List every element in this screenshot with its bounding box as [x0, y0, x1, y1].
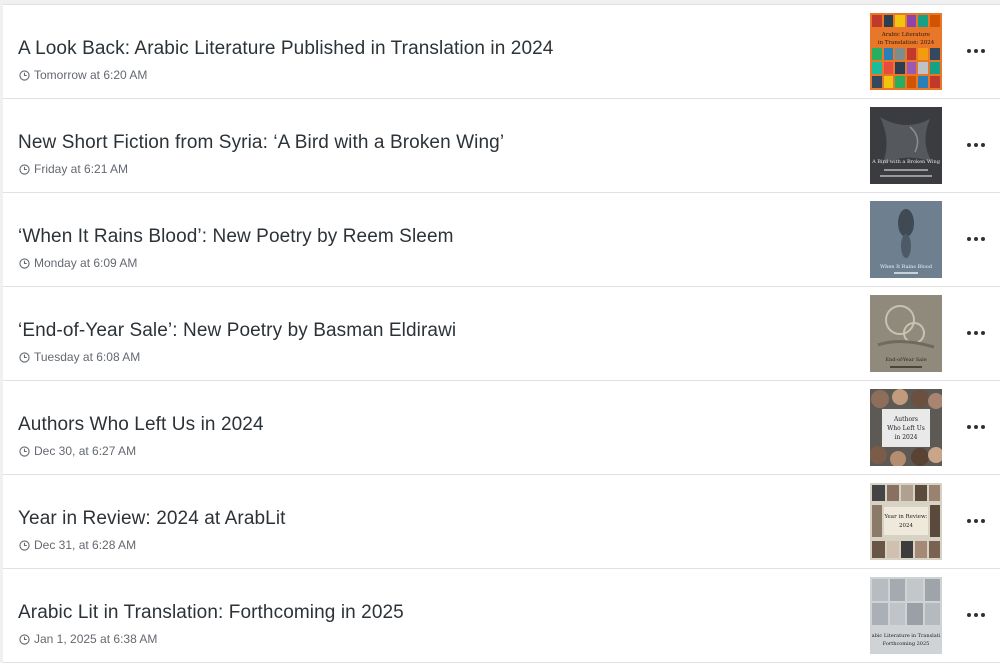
post-date: Jan 1, 2025 at 6:38 AM: [34, 632, 158, 646]
clock-icon: [19, 445, 30, 457]
post-title[interactable]: ‘When It Rains Blood’: New Poetry by Ree…: [18, 226, 454, 248]
post-row[interactable]: ‘When It Rains Blood’: New Poetry by Ree…: [3, 193, 1000, 287]
post-date-meta: Dec 31, at 6:28 AM: [19, 538, 136, 552]
post-date: Friday at 6:21 AM: [34, 162, 129, 176]
clock-icon: [19, 633, 30, 645]
more-options-button[interactable]: [961, 416, 991, 438]
clock-icon: [19, 69, 30, 81]
clock-icon: [19, 351, 30, 363]
more-options-icon: [967, 49, 971, 53]
post-date: Dec 31, at 6:28 AM: [34, 538, 137, 552]
thumb-caption-line: Forthcoming 2025: [883, 641, 930, 647]
post-date-meta: Monday at 6:09 AM: [19, 256, 137, 270]
post-date: Tomorrow at 6:20 AM: [34, 68, 148, 82]
clock-icon: [19, 539, 30, 551]
thumb-caption-line: Who Left Us: [887, 425, 925, 432]
more-options-icon: [967, 425, 971, 429]
more-options-icon: [967, 519, 971, 523]
post-title[interactable]: A Look Back: Arabic Literature Published…: [18, 38, 553, 60]
post-featured-image[interactable]: When It Rains Blood: [870, 201, 942, 278]
post-featured-image[interactable]: Arabic Literature in Translation: 2024: [870, 13, 942, 90]
post-date: Monday at 6:09 AM: [34, 256, 138, 270]
thumb-caption-line: Year in Review:: [883, 514, 927, 520]
more-options-button[interactable]: [961, 604, 991, 626]
post-row[interactable]: A Look Back: Arabic Literature Published…: [3, 5, 1000, 99]
thumb-caption-line: abic Literature in Translati: [872, 633, 941, 639]
post-date-meta: Tuesday at 6:08 AM: [19, 350, 140, 364]
post-row[interactable]: Year in Review: 2024 at ArabLit Dec 31, …: [3, 475, 1000, 569]
thumb-caption-line: End-of-Year Sale: [885, 357, 926, 363]
post-row[interactable]: Arabic Lit in Translation: Forthcoming i…: [3, 569, 1000, 663]
post-date-meta: Dec 30, at 6:27 AM: [19, 444, 136, 458]
more-options-button[interactable]: [961, 228, 991, 250]
post-title[interactable]: New Short Fiction from Syria: ‘A Bird wi…: [18, 132, 504, 154]
more-options-icon: [967, 331, 971, 335]
more-options-icon: [967, 613, 971, 617]
more-options-button[interactable]: [961, 134, 991, 156]
post-title[interactable]: ‘End-of-Year Sale’: New Poetry by Basman…: [18, 320, 456, 342]
post-title[interactable]: Arabic Lit in Translation: Forthcoming i…: [18, 602, 404, 624]
post-featured-image[interactable]: Authors Who Left Us in 2024: [870, 389, 942, 466]
post-date-meta: Jan 1, 2025 at 6:38 AM: [19, 632, 157, 646]
post-featured-image[interactable]: End-of-Year Sale: [870, 295, 942, 372]
thumb-caption-line: Arabic Literature: [881, 32, 930, 38]
post-list: A Look Back: Arabic Literature Published…: [3, 4, 1000, 663]
thumb-caption-line: When It Rains Blood: [880, 264, 933, 270]
clock-icon: [19, 257, 30, 269]
post-date-meta: Friday at 6:21 AM: [19, 162, 128, 176]
post-title[interactable]: Authors Who Left Us in 2024: [18, 414, 264, 436]
post-date: Tuesday at 6:08 AM: [34, 350, 141, 364]
post-row[interactable]: New Short Fiction from Syria: ‘A Bird wi…: [3, 99, 1000, 193]
thumb-caption-line: A Bird with a Broken Wing: [871, 159, 941, 165]
more-options-button[interactable]: [961, 322, 991, 344]
post-title[interactable]: Year in Review: 2024 at ArabLit: [18, 508, 286, 530]
post-row[interactable]: Authors Who Left Us in 2024 Dec 30, at 6…: [3, 381, 1000, 475]
post-date: Dec 30, at 6:27 AM: [34, 444, 137, 458]
thumb-caption-line: in 2024: [895, 434, 918, 441]
thumb-caption-line: 2024: [899, 523, 913, 529]
post-featured-image[interactable]: abic Literature in Translati Forthcoming…: [870, 577, 942, 654]
post-row[interactable]: ‘End-of-Year Sale’: New Poetry by Basman…: [3, 287, 1000, 381]
more-options-icon: [967, 237, 971, 241]
clock-icon: [19, 163, 30, 175]
thumb-caption-line: Authors: [893, 416, 918, 423]
more-options-icon: [967, 143, 971, 147]
more-options-button[interactable]: [961, 40, 991, 62]
post-date-meta: Tomorrow at 6:20 AM: [19, 68, 147, 82]
more-options-button[interactable]: [961, 510, 991, 532]
post-featured-image[interactable]: Year in Review: 2024: [870, 483, 942, 560]
thumb-caption-line: in Translation: 2024: [878, 40, 935, 46]
post-featured-image[interactable]: A Bird with a Broken Wing: [870, 107, 942, 184]
